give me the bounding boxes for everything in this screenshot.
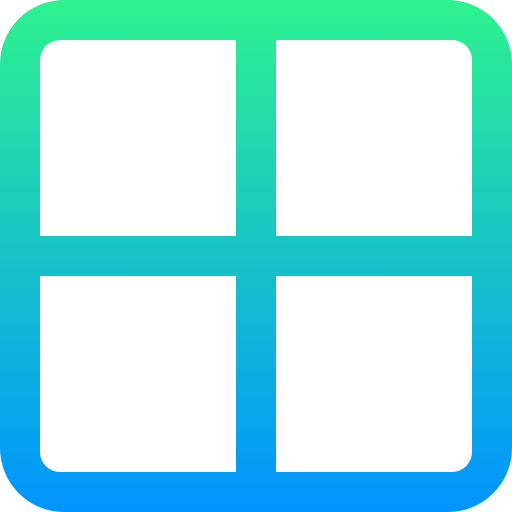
grid-cell-bottom-left [40, 276, 236, 472]
icon-canvas [0, 0, 512, 512]
grid-cell-top-right [276, 40, 472, 236]
grid-cell-bottom-right [276, 276, 472, 472]
grid-cell-top-left [40, 40, 236, 236]
grid-layout-icon [0, 0, 512, 512]
